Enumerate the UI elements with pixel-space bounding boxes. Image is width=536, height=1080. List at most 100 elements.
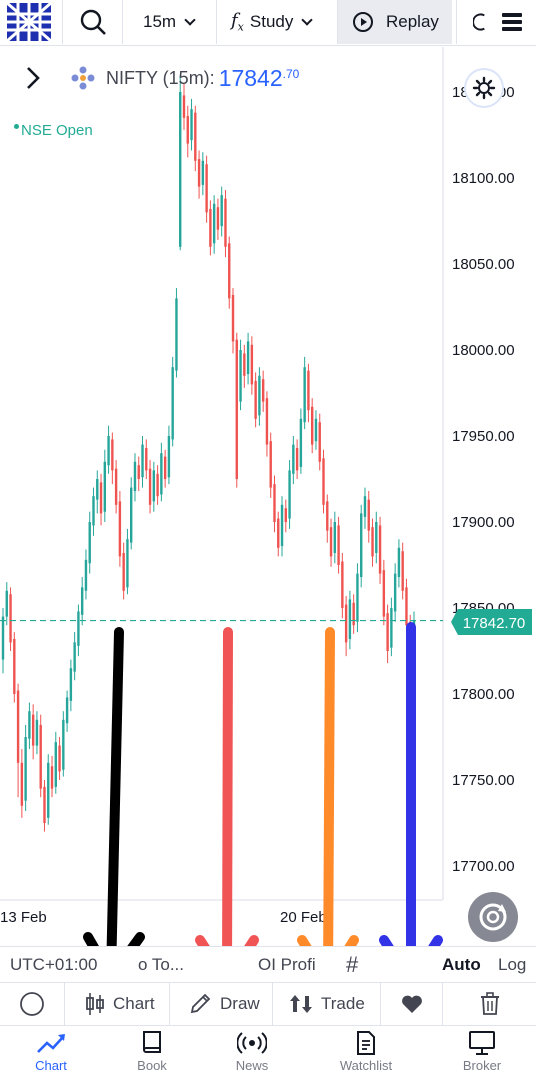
chart-settings-button[interactable] <box>466 70 502 106</box>
candle-body <box>190 109 193 141</box>
candle-body <box>77 611 80 646</box>
candle-body <box>378 525 382 574</box>
draw-button[interactable]: Draw <box>169 983 272 1025</box>
candle-body <box>390 608 393 648</box>
market-status-dot <box>14 124 19 129</box>
chevron-right-icon[interactable] <box>24 65 42 91</box>
candle-body <box>303 367 306 423</box>
candle-body <box>341 561 344 608</box>
candle-body <box>269 441 272 488</box>
candle-body <box>103 461 107 512</box>
candle-body <box>58 745 61 772</box>
delete-button[interactable] <box>442 983 536 1025</box>
nse-logo-icon <box>71 66 95 90</box>
candle-body <box>205 164 208 213</box>
trade-button[interactable]: Trade <box>272 983 380 1025</box>
candle-body <box>24 737 27 801</box>
interval-dropdown[interactable]: 15m <box>122 0 216 44</box>
nav-book[interactable]: Book <box>112 1030 192 1073</box>
top-toolbar: 15m fx Study Replay <box>0 0 536 46</box>
candle-body <box>107 436 110 466</box>
chart-type-label: Chart <box>113 994 155 1013</box>
candle-body <box>265 398 269 445</box>
candle-body <box>288 470 291 519</box>
candle-body <box>35 719 39 746</box>
price-chart[interactable]: 18150.0018100.0018050.0018000.0017950.00… <box>0 47 536 947</box>
candle-body <box>65 697 69 724</box>
nav-watchlist[interactable]: Watchlist <box>326 1030 406 1073</box>
candle-body <box>126 539 129 588</box>
broker-logo[interactable] <box>4 0 54 44</box>
candle-body <box>352 602 355 626</box>
reset-chart-button[interactable] <box>468 892 518 942</box>
candle-body <box>405 587 408 626</box>
candle-body <box>367 499 370 531</box>
candle-body <box>130 487 133 543</box>
book-icon <box>143 1031 161 1053</box>
candle-body <box>280 504 284 547</box>
symbol-search-button[interactable] <box>62 0 122 44</box>
nav-chart[interactable]: Chart <box>11 1030 91 1073</box>
candle-body <box>111 439 114 471</box>
favorite-button[interactable] <box>380 983 442 1025</box>
replay-icon <box>353 12 373 32</box>
price-axis-label: 17950.00 <box>452 428 515 445</box>
candle-body <box>88 522 91 564</box>
candle-body <box>152 470 156 502</box>
candle-body <box>235 339 238 479</box>
candle-body <box>231 294 235 342</box>
undo-button[interactable] <box>456 0 490 44</box>
goto-date-button[interactable]: o To... <box>138 955 184 975</box>
candle-body <box>197 159 201 187</box>
chevron-down-icon <box>301 14 314 26</box>
candle-body <box>239 350 242 402</box>
candle-body <box>148 468 152 505</box>
oi-profile-button[interactable]: OI Profi <box>258 955 316 975</box>
time-label-13-feb: 13 Feb <box>0 909 47 926</box>
candle-body <box>133 461 137 492</box>
crosshair-button[interactable] <box>0 983 64 1025</box>
candle-body <box>284 508 287 522</box>
price-axis-label: 18100.00 <box>452 170 515 187</box>
candle-body <box>329 527 333 557</box>
candle-body <box>216 207 220 230</box>
candle-body <box>224 198 227 247</box>
circle-icon <box>20 992 44 1016</box>
symbol-name[interactable]: NIFTY (15m): <box>106 68 215 89</box>
auto-scale-toggle[interactable]: Auto <box>442 955 481 975</box>
timezone-button[interactable]: UTC+01:00 <box>10 955 97 975</box>
candle-body <box>137 465 140 479</box>
nav-broker[interactable]: Broker <box>442 1030 522 1073</box>
nav-news[interactable]: News <box>212 1030 292 1073</box>
candle-body <box>156 473 159 497</box>
candlestick-series <box>1 74 416 832</box>
grid-hash-icon[interactable]: # <box>346 952 358 978</box>
candle-body <box>186 116 189 144</box>
market-status: NSE Open <box>14 122 93 139</box>
main-menu-button[interactable] <box>500 10 524 34</box>
candle-body <box>54 742 57 787</box>
symbol-header: NIFTY (15m): 17842.70 <box>24 60 299 96</box>
draw-label: Draw <box>220 994 260 1013</box>
candle-body <box>175 298 178 371</box>
candle-body <box>31 714 35 746</box>
current-price-badge: 17842.70 <box>451 609 532 635</box>
monitor-icon <box>469 1031 495 1055</box>
candle-body <box>307 370 310 411</box>
candle-body <box>243 353 246 376</box>
log-scale-toggle[interactable]: Log <box>498 955 526 975</box>
nav-broker-label: Broker <box>462 1058 502 1073</box>
candle-body <box>118 501 122 557</box>
study-dropdown[interactable]: fx Study <box>216 0 336 44</box>
nav-book-label: Book <box>137 1058 167 1073</box>
candle-body <box>314 418 318 442</box>
replay-button[interactable]: Replay <box>337 0 452 44</box>
candle-body <box>99 482 103 514</box>
candle-body <box>194 112 197 161</box>
candle-body <box>299 418 303 467</box>
candle-body <box>9 594 12 643</box>
trade-arrows-icon <box>290 995 312 1013</box>
candle-body <box>295 448 299 471</box>
candle-body <box>363 496 367 517</box>
chart-type-button[interactable]: Chart <box>64 983 169 1025</box>
